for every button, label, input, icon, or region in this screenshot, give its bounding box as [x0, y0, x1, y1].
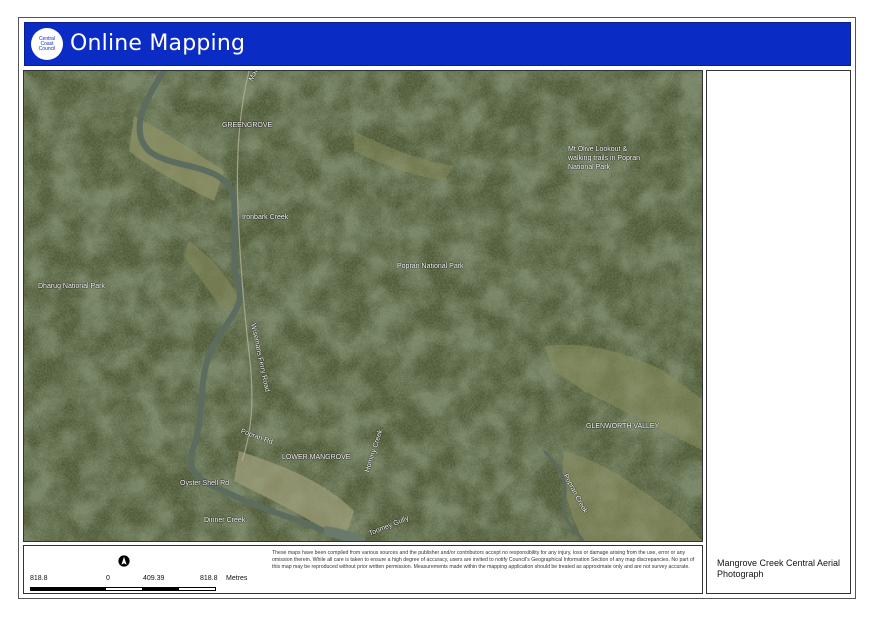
scale-tick-zero: 0 — [106, 575, 110, 582]
logo-line-3: Council — [38, 45, 56, 52]
map-title: Mangrove Creek Central Aerial Photograph — [717, 558, 841, 579]
label-greengrove: GREENGROVE — [222, 122, 273, 129]
scale-tick-mid: 409.39 — [143, 575, 165, 582]
scale-segment-2 — [106, 588, 142, 590]
label-popran-national-park: Popran National Park — [397, 263, 464, 270]
north-arrow-icon — [118, 555, 130, 567]
scale-segment-4 — [179, 588, 215, 590]
aerial-map[interactable]: Mangrove Creek GREENGROVE Mt Olive Looko… — [23, 70, 703, 542]
disclaimer-text: These maps have been compiled from vario… — [272, 550, 695, 570]
label-mt-olive-lookout: Mt Olive Lookout & walking trails in Pop… — [568, 146, 640, 171]
scale-tick-right: 818.8 — [200, 575, 218, 582]
label-dharug-national-park: Dharug National Park — [38, 283, 105, 290]
label-lower-mangrove: LOWER MANGROVE — [282, 454, 351, 461]
app-title: Online Mapping — [70, 31, 246, 56]
scale-segment-3 — [142, 588, 179, 590]
legend-panel: Mangrove Creek Central Aerial Photograph — [706, 70, 851, 594]
label-ironbark-creek: Ironbark Creek — [242, 214, 289, 221]
scale-tick-left: 818.8 — [30, 575, 48, 582]
scale-segment-1 — [31, 588, 106, 590]
label-dinner-creek: Dinner Creek — [204, 517, 246, 524]
map-footer: 818.8 0 409.39 818.8 Metres These maps h… — [23, 545, 703, 594]
scale-bar — [30, 587, 216, 591]
scale-unit: Metres — [226, 575, 248, 582]
council-logo[interactable]: Central Coast Council — [31, 28, 63, 60]
label-oyster-shell-rd: Oyster Shell Rd — [180, 480, 230, 487]
label-glenworth-valley: GLENWORTH VALLEY — [586, 423, 660, 430]
aerial-imagery — [24, 71, 702, 541]
app-header: Central Coast Council Online Mapping — [24, 22, 851, 66]
scale-labels: 818.8 0 409.39 818.8 Metres — [30, 575, 270, 585]
